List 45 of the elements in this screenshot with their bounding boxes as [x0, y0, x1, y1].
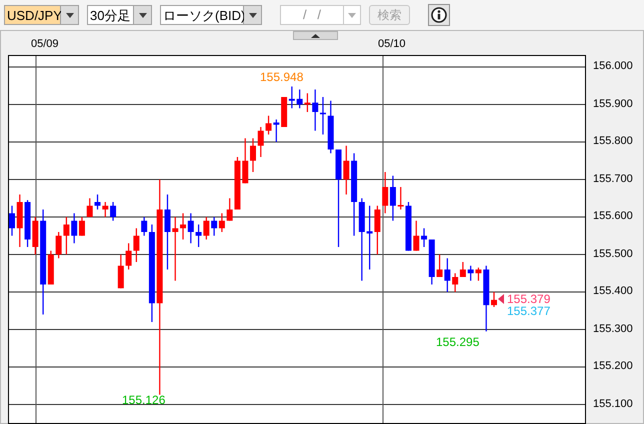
- candlestick: [9, 206, 15, 236]
- info-icon: [431, 7, 447, 23]
- select-field[interactable]: ローソク(BID): [160, 5, 244, 25]
- candlestick: [118, 254, 124, 288]
- candlestick: [172, 217, 178, 281]
- price-pointer-icon: [498, 294, 504, 304]
- price-axis-label: 155.300: [593, 324, 633, 334]
- low-price-label: 155.295: [436, 336, 480, 348]
- price-axis-label: 155.500: [593, 248, 633, 260]
- candlestick: [483, 266, 490, 332]
- up-triangle-icon: [311, 34, 320, 38]
- candlestick: [86, 198, 93, 217]
- candlestick: [250, 138, 256, 172]
- price-axis-label: 155.800: [593, 136, 633, 147]
- dropdown-arrow-icon: [66, 12, 74, 18]
- price-axis-label: 156.000: [593, 61, 633, 72]
- price-axis-label: 155.200: [593, 361, 633, 372]
- candlestick: [242, 138, 248, 184]
- candlestick: [413, 220, 420, 251]
- price-axis-label: 155.600: [593, 211, 633, 222]
- price-axis-label: 155.900: [593, 98, 633, 110]
- bid-price-label: 155.377: [507, 305, 550, 317]
- high-price-label: 155.948: [260, 71, 304, 83]
- candlestick: [258, 127, 264, 157]
- dropdown-button[interactable]: [244, 5, 262, 25]
- dropdown-arrow-icon: [348, 12, 356, 18]
- dropdown-button[interactable]: [61, 5, 79, 25]
- info-button[interactable]: [428, 4, 450, 26]
- candlestick: [328, 100, 334, 154]
- candlestick: [110, 202, 116, 221]
- low-price-label: 155.126: [122, 394, 166, 406]
- select-field[interactable]: 30分足: [87, 5, 134, 25]
- dropdown-arrow-icon: [138, 12, 146, 18]
- candlestick: [16, 194, 23, 247]
- dropdown-button[interactable]: [134, 5, 152, 25]
- candlestick: [491, 292, 497, 307]
- ask-price-label: 155.379: [507, 293, 550, 305]
- date-label: 05/10: [378, 39, 406, 50]
- price-axis-label: 155.100: [593, 398, 633, 410]
- date-label: 05/09: [31, 39, 59, 50]
- price-axis-label: 155.400: [593, 286, 633, 297]
- price-axis-label: 155.700: [593, 174, 633, 184]
- dropdown-arrow-icon: [248, 12, 256, 18]
- select-field[interactable]: USD/JPY: [4, 5, 61, 25]
- collapse-tab[interactable]: [293, 31, 338, 40]
